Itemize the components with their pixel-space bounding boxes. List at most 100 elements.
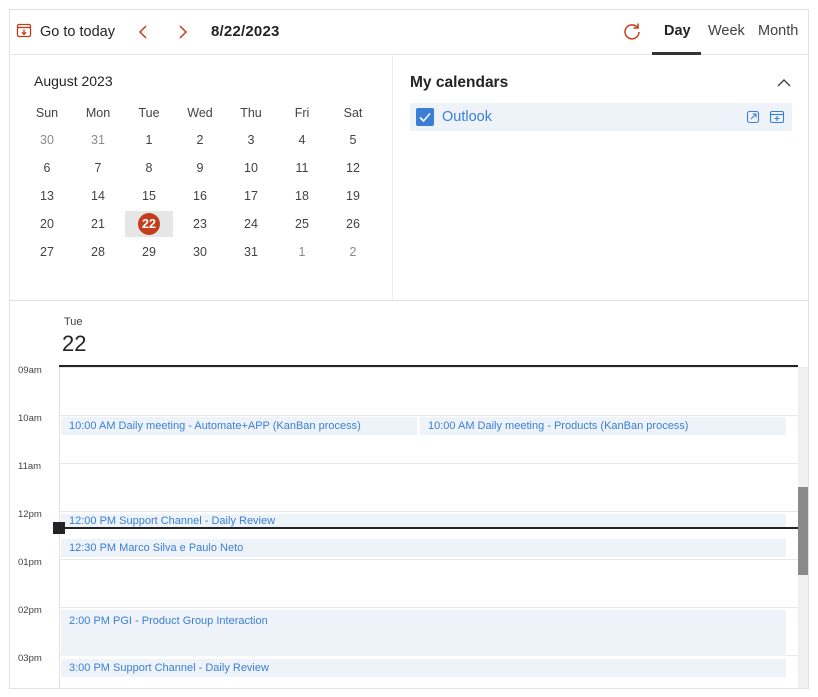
day-cell[interactable]: 15 <box>125 183 173 209</box>
hour-label: 01pm <box>18 557 42 568</box>
day-cell[interactable]: 19 <box>329 183 377 209</box>
open-external-button[interactable] <box>746 110 760 124</box>
event-title: Daily meeting - Automate+APP (KanBan pro… <box>118 420 361 432</box>
day-cell[interactable]: 20 <box>23 211 71 237</box>
day-cell[interactable]: 23 <box>176 211 224 237</box>
hour-label: 10am <box>18 413 42 424</box>
chevron-left-icon <box>138 25 147 39</box>
day-cell[interactable]: 30 <box>23 127 71 153</box>
day-header-date: 22 <box>62 331 87 356</box>
event-title: Marco Silva e Paulo Neto <box>119 542 244 554</box>
mini-calendar: August 2023 Sun Mon Tue Wed Thu Fri Sat 30 31 1 2 3… <box>10 55 393 300</box>
day-cell[interactable]: 9 <box>176 155 224 181</box>
calendar-today-icon <box>16 22 32 43</box>
day-cell[interactable]: 10 <box>227 155 275 181</box>
weekday-header: Sat <box>343 106 363 120</box>
day-cell-selected[interactable]: 22 <box>125 211 173 237</box>
refresh-button[interactable] <box>622 21 642 41</box>
next-day-button[interactable] <box>174 22 192 42</box>
event-item[interactable]: 2:00 PM PGI - Product Group Interaction <box>61 610 786 656</box>
open-external-icon <box>746 110 760 124</box>
current-time-marker <box>53 522 65 534</box>
tab-week[interactable]: Week <box>708 23 745 39</box>
hour-gridline <box>59 367 798 368</box>
day-cell[interactable]: 5 <box>329 127 377 153</box>
hour-gridline <box>59 607 798 608</box>
hour-label: 12pm <box>18 509 42 520</box>
day-cell[interactable]: 7 <box>74 155 122 181</box>
event-title: PGI - Product Group Interaction <box>113 615 268 627</box>
weekday-header: Mon <box>85 106 111 120</box>
day-cell[interactable]: 31 <box>74 127 122 153</box>
day-cell[interactable]: 18 <box>278 183 326 209</box>
day-cell[interactable]: 4 <box>278 127 326 153</box>
hour-label: 09am <box>18 365 42 376</box>
event-item[interactable]: 10:00 AM Daily meeting - Automate+APP (K… <box>61 417 417 435</box>
current-time-line <box>59 527 799 529</box>
event-time: 10:00 AM <box>428 420 475 432</box>
event-item[interactable]: 3:00 PM Support Channel - Daily Review <box>61 659 786 677</box>
day-cell[interactable]: 14 <box>74 183 122 209</box>
chevron-up-icon <box>777 79 791 87</box>
event-time: 12:00 PM <box>69 515 117 527</box>
day-view: Tue 22 09am 10am 11am 12pm 01pm 02pm 03pm 10:0… <box>10 300 808 688</box>
day-cell[interactable]: 1 <box>125 127 173 153</box>
calendar-checkbox[interactable] <box>416 108 434 126</box>
calendar-add-icon <box>769 110 785 124</box>
go-to-today-button[interactable]: Go to today <box>16 21 115 43</box>
weekday-header: Tue <box>138 106 160 120</box>
day-cell[interactable]: 3 <box>227 127 275 153</box>
event-time: 2:00 PM <box>69 615 110 627</box>
add-event-button[interactable] <box>769 110 785 124</box>
day-cell[interactable]: 17 <box>227 183 275 209</box>
day-cell[interactable]: 13 <box>23 183 71 209</box>
event-title: Support Channel - Daily Review <box>113 662 269 674</box>
event-title: Support Channel - Daily Review <box>119 515 276 527</box>
day-cell[interactable]: 6 <box>23 155 71 181</box>
previous-day-button[interactable] <box>134 22 152 42</box>
weekday-header: Thu <box>240 106 262 120</box>
day-cell[interactable]: 29 <box>125 239 173 265</box>
collapse-button[interactable] <box>776 76 792 90</box>
today-badge: 22 <box>138 213 160 235</box>
day-header-weekday: Tue <box>64 316 83 328</box>
event-item[interactable]: 12:30 PM Marco Silva e Paulo Neto <box>61 539 786 557</box>
day-cell[interactable]: 21 <box>74 211 122 237</box>
day-cell[interactable]: 16 <box>176 183 224 209</box>
event-item[interactable]: 10:00 AM Daily meeting - Products (KanBa… <box>420 417 786 435</box>
hour-label: 03pm <box>18 653 42 664</box>
day-cell[interactable]: 24 <box>227 211 275 237</box>
calendar-app: Go to today 8/22/2023 Day Week Month Aug… <box>9 9 809 689</box>
hour-gridline <box>59 463 798 464</box>
day-cell[interactable]: 25 <box>278 211 326 237</box>
my-calendars-panel: My calendars Outlook <box>394 55 808 300</box>
event-time: 12:30 PM <box>69 542 117 554</box>
day-cell[interactable]: 31 <box>227 239 275 265</box>
weekday-header: Sun <box>35 106 59 120</box>
hour-label: 11am <box>18 461 42 472</box>
my-calendars-title: My calendars <box>410 74 509 91</box>
day-cell[interactable]: 2 <box>329 239 377 265</box>
day-cell[interactable]: 26 <box>329 211 377 237</box>
day-cell[interactable]: 8 <box>125 155 173 181</box>
hour-label: 02pm <box>18 605 42 616</box>
tab-month[interactable]: Month <box>758 23 798 39</box>
tab-day[interactable]: Day <box>664 23 691 39</box>
scrollbar-thumb[interactable] <box>798 487 808 575</box>
event-item[interactable]: 12:00 PM Support Channel - Daily Review <box>61 514 786 528</box>
toolbar: Go to today 8/22/2023 Day Week Month <box>10 10 808 55</box>
day-cell[interactable]: 2 <box>176 127 224 153</box>
event-time: 3:00 PM <box>69 662 110 674</box>
day-cell[interactable]: 12 <box>329 155 377 181</box>
day-cell[interactable]: 1 <box>278 239 326 265</box>
day-cell[interactable]: 28 <box>74 239 122 265</box>
hour-gridline <box>59 559 798 560</box>
calendar-item-outlook[interactable]: Outlook <box>410 103 792 131</box>
time-grid[interactable]: 09am 10am 11am 12pm 01pm 02pm 03pm 10:00 AM Da… <box>10 365 808 688</box>
chevron-right-icon <box>179 25 188 39</box>
day-cell[interactable]: 11 <box>278 155 326 181</box>
mini-calendar-title: August 2023 <box>34 73 113 89</box>
day-cell[interactable]: 27 <box>23 239 71 265</box>
day-cell[interactable]: 30 <box>176 239 224 265</box>
hour-gridline <box>59 415 798 416</box>
